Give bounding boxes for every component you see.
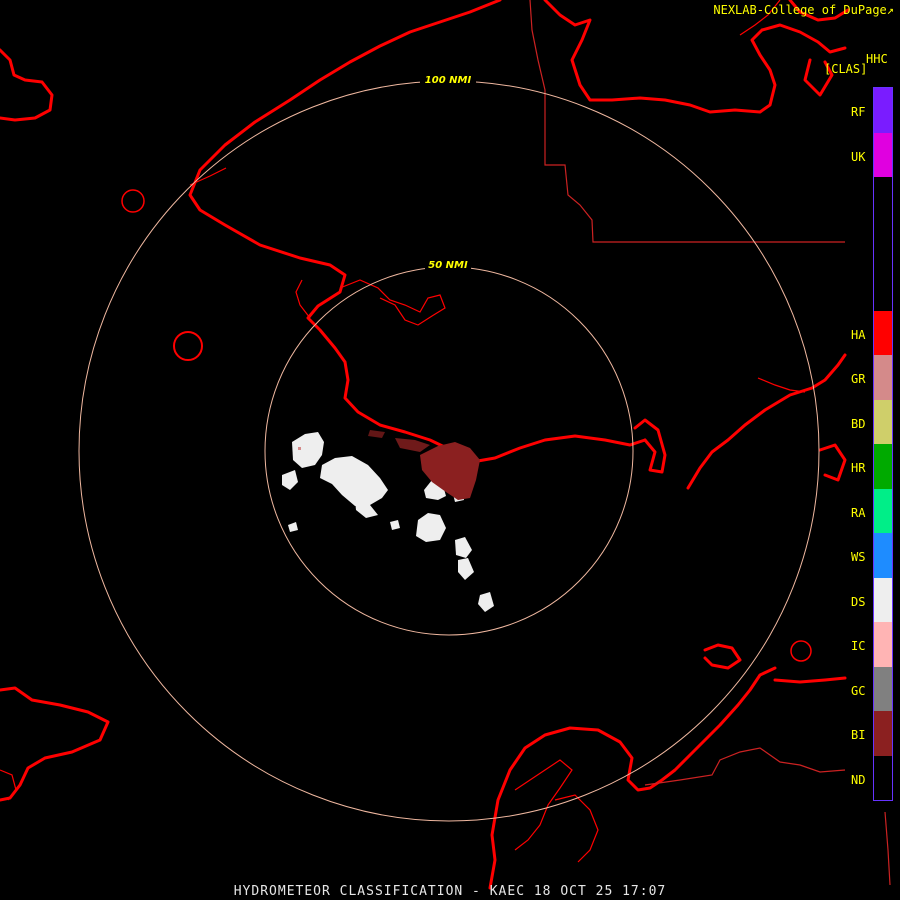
legend-label-bd: BD [851, 416, 866, 431]
legend-swatch [874, 221, 892, 266]
legend-swatch [874, 88, 892, 133]
external-link-icon[interactable]: ↗ [887, 3, 894, 17]
legend-swatch [874, 533, 892, 578]
legend-label-uk: UK [851, 149, 866, 164]
product-class: [CLAS] [824, 62, 868, 76]
footer-title: HYDROMETEOR CLASSIFICATION - KAEC 18 OCT… [233, 884, 667, 899]
borders [529, 0, 891, 886]
legend-label-nd: ND [851, 772, 866, 787]
legend-swatch [874, 755, 892, 800]
legend-label-hr: HR [851, 461, 866, 475]
credit-text: NEXLAB-College of DuPage [713, 3, 887, 17]
legend-swatch [874, 266, 892, 311]
legend-label-ra: RA [851, 505, 866, 520]
legend-swatch [874, 666, 892, 711]
echo-speck [298, 447, 301, 450]
legend-swatch [874, 622, 892, 667]
legend-swatch [874, 399, 892, 444]
legend-swatch [874, 488, 892, 533]
legend-label-ws: WS [851, 550, 866, 564]
legend-swatch [874, 310, 892, 355]
legend-swatch [874, 132, 892, 177]
credit-label: NEXLAB-College of DuPage↗ [713, 3, 894, 17]
legend-swatch [874, 711, 892, 756]
legend-label-ha: HA [851, 327, 866, 342]
legend-swatch [874, 355, 892, 400]
radar-map: 50 NMI 100 NMI [0, 0, 891, 890]
legend-label-ds: DS [851, 594, 866, 609]
ring-label-100: 100 NMI [425, 75, 472, 86]
ring-label-50: 50 NMI [428, 260, 468, 271]
legend-swatch [874, 177, 892, 222]
legend-label-ic: IC [851, 639, 866, 653]
legend-label-gr: GR [851, 372, 866, 386]
legend-label-gc: GC [851, 683, 866, 698]
legend-label-rf: RF [851, 105, 866, 119]
legend-label-bi: BI [851, 728, 866, 742]
legend-swatch [874, 444, 892, 489]
product-code: HHC [866, 52, 888, 66]
legend-swatch [874, 577, 892, 622]
